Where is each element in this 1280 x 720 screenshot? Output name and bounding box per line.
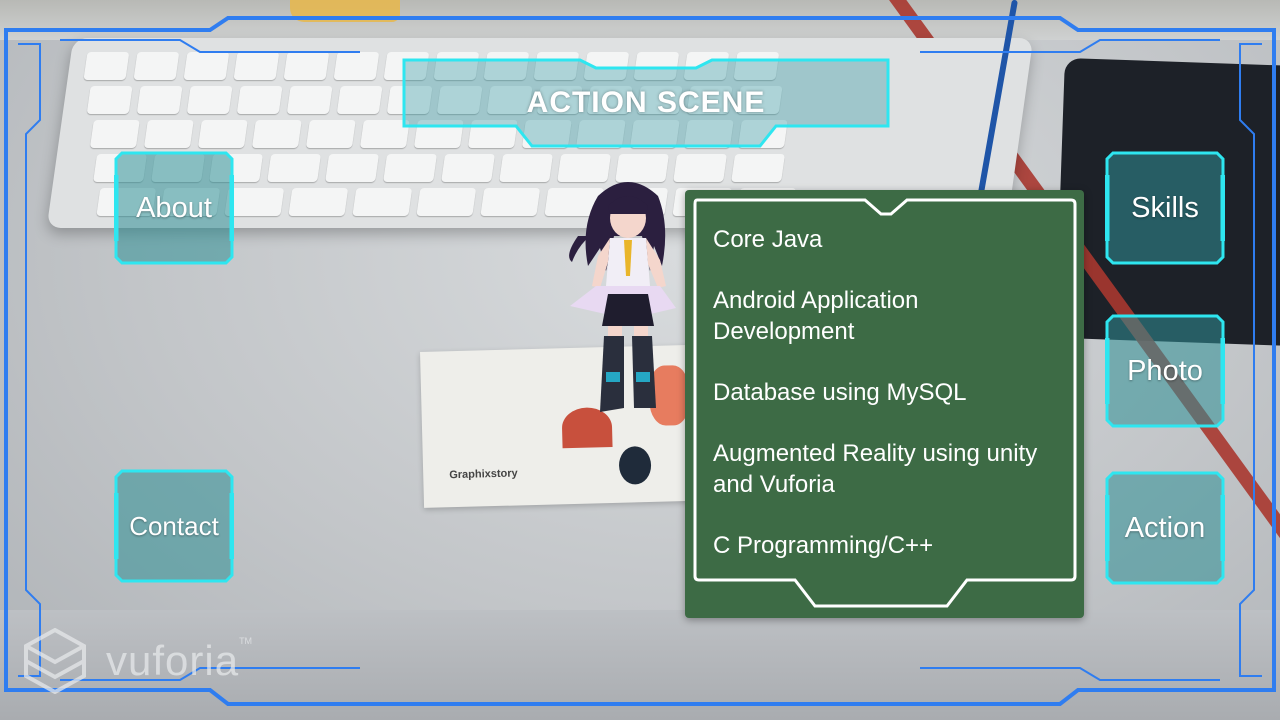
keyboard-key <box>441 154 496 182</box>
keyboard-key <box>305 120 356 148</box>
photo-button-label: Photo <box>1127 354 1203 387</box>
vuforia-watermark: vuforia TM <box>24 628 252 694</box>
contact-button[interactable]: Contact <box>114 469 234 583</box>
skill-item: C Programming/C++ <box>713 532 934 559</box>
keyboard-key <box>186 86 233 114</box>
keyboard-key <box>352 188 413 216</box>
anime-character-model[interactable] <box>558 176 688 426</box>
keyboard-key <box>136 86 183 114</box>
keyboard-key <box>86 86 133 114</box>
scene-title: ACTION SCENE <box>400 56 892 150</box>
keyboard-key <box>236 86 283 114</box>
keyboard-key <box>383 154 438 182</box>
skills-button-label: Skills <box>1131 191 1199 224</box>
skills-list: Core Java Android Application Developmen… <box>713 224 1043 591</box>
vuforia-tm: TM <box>239 636 253 646</box>
keyboard-key <box>336 86 383 114</box>
keyboard-key <box>480 188 541 216</box>
skill-item: Core Java <box>713 226 823 253</box>
keyboard-key <box>133 52 180 80</box>
keyboard-key <box>731 154 786 182</box>
keyboard-key <box>499 154 554 182</box>
keyboard-key <box>143 120 194 148</box>
keyboard-key <box>283 52 330 80</box>
keyboard-key <box>89 120 140 148</box>
keyboard-key <box>183 52 230 80</box>
skills-panel: Core Java Android Application Developmen… <box>685 190 1084 618</box>
skill-item: Database using MySQL <box>713 379 967 406</box>
skill-item: Augmented Reality using unity and Vufori… <box>713 440 1038 498</box>
desk-edge <box>0 0 1280 40</box>
skill-item: Android Application Development <box>713 287 919 345</box>
action-button[interactable]: Action <box>1105 471 1225 585</box>
yellow-paper <box>290 0 400 22</box>
keyboard-key <box>251 120 302 148</box>
keyboard-key <box>197 120 248 148</box>
keyboard-key <box>325 154 380 182</box>
keyboard-key <box>333 52 380 80</box>
vuforia-logo-icon <box>24 628 86 694</box>
photo-button[interactable]: Photo <box>1105 314 1225 428</box>
about-button-label: About <box>136 191 212 224</box>
keyboard-key <box>233 52 280 80</box>
card-text: Graphixstory <box>449 467 518 482</box>
scene-title-text: ACTION SCENE <box>526 86 766 119</box>
action-button-label: Action <box>1124 511 1206 544</box>
keyboard-key <box>286 86 333 114</box>
skills-button[interactable]: Skills <box>1105 151 1225 265</box>
vuforia-wordmark: vuforia <box>106 637 240 684</box>
contact-button-label: Contact <box>129 510 219 541</box>
keyboard-key <box>288 188 349 216</box>
keyboard-key <box>416 188 477 216</box>
keyboard-key <box>83 52 130 80</box>
about-button[interactable]: About <box>114 151 234 265</box>
card-illustration <box>618 445 652 485</box>
keyboard-key <box>267 154 322 182</box>
